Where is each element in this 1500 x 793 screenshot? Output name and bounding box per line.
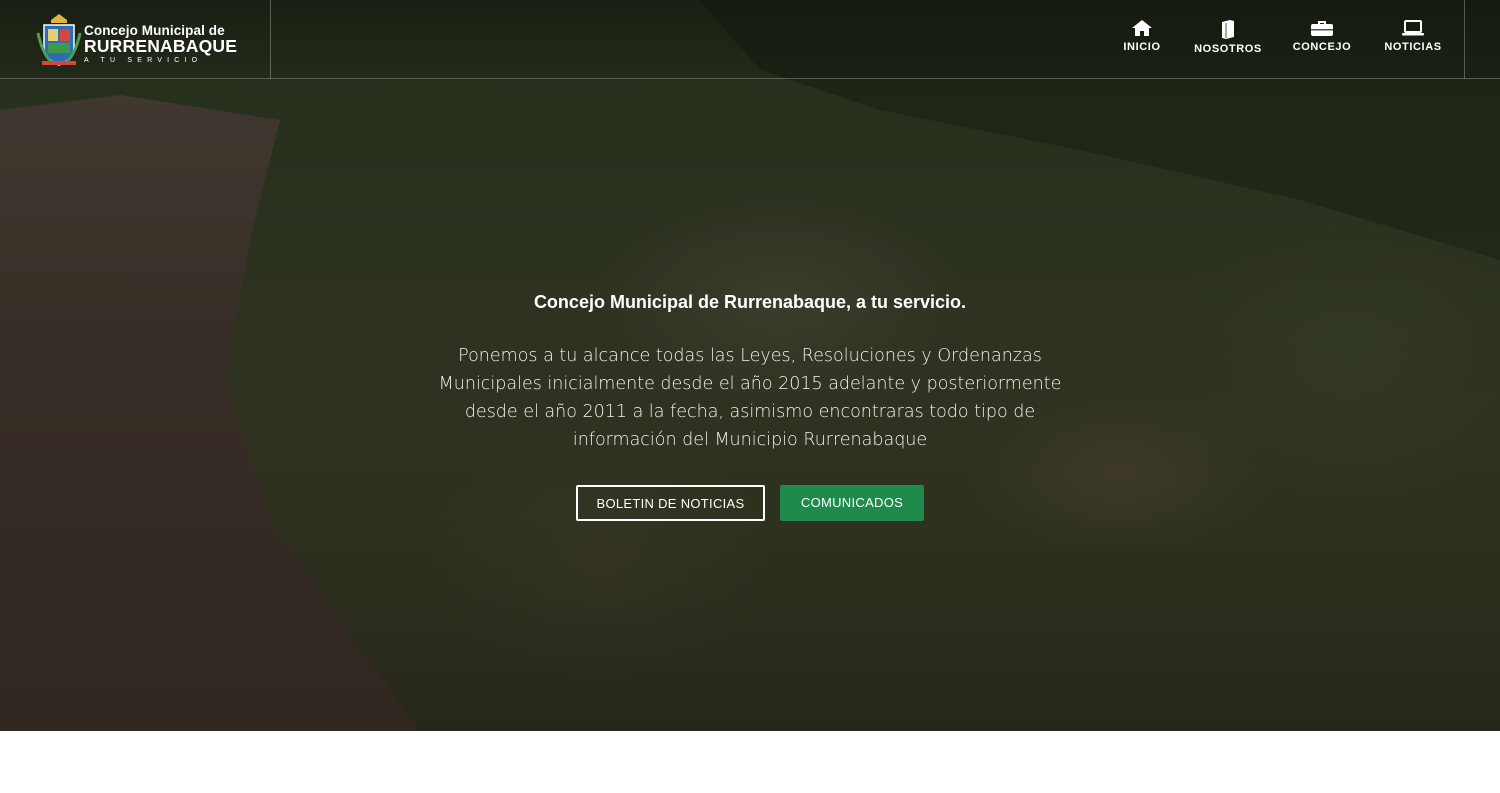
- nav-item-nosotros[interactable]: NOSOTROS: [1192, 19, 1264, 63]
- nav-item-concejo[interactable]: CONCEJO: [1290, 19, 1354, 63]
- site-logo[interactable]: Concejo Municipal de RURRENABAQUE A TU S…: [36, 13, 237, 69]
- nav-label: NOTICIAS: [1384, 41, 1442, 53]
- hero-headline: Concejo Municipal de Rurrenabaque, a tu …: [533, 292, 967, 312]
- nav-label: NOSOTROS: [1194, 43, 1262, 55]
- top-navigation-bar: Concejo Municipal de RURRENABAQUE A TU S…: [0, 0, 1500, 79]
- nav-label: INICIO: [1123, 41, 1161, 53]
- laptop-icon: [1402, 20, 1424, 36]
- book-icon: [1222, 20, 1234, 39]
- coat-of-arms-icon: [36, 14, 82, 66]
- nav-label: CONCEJO: [1292, 41, 1352, 53]
- hero-description: Ponemos a tu alcance todas las Leyes, Re…: [438, 346, 1062, 450]
- hero-banner: Concejo Municipal de RURRENABAQUE A TU S…: [0, 0, 1500, 731]
- logo-text: Concejo Municipal de RURRENABAQUE A TU S…: [84, 23, 237, 65]
- briefcase-icon: [1311, 21, 1333, 36]
- divider: [1464, 0, 1465, 79]
- logo-tagline: A TU SERVICIO: [84, 57, 203, 64]
- logo-city-name: RURRENABAQUE: [84, 36, 238, 56]
- home-icon: [1132, 20, 1152, 36]
- newsletter-button[interactable]: BOLETIN DE NOTICIAS: [576, 485, 765, 521]
- divider: [270, 0, 271, 79]
- announcements-button[interactable]: COMUNICADOS: [780, 485, 924, 521]
- nav-item-noticias[interactable]: NOTICIAS: [1382, 19, 1444, 63]
- nav-item-inicio[interactable]: INICIO: [1118, 19, 1166, 63]
